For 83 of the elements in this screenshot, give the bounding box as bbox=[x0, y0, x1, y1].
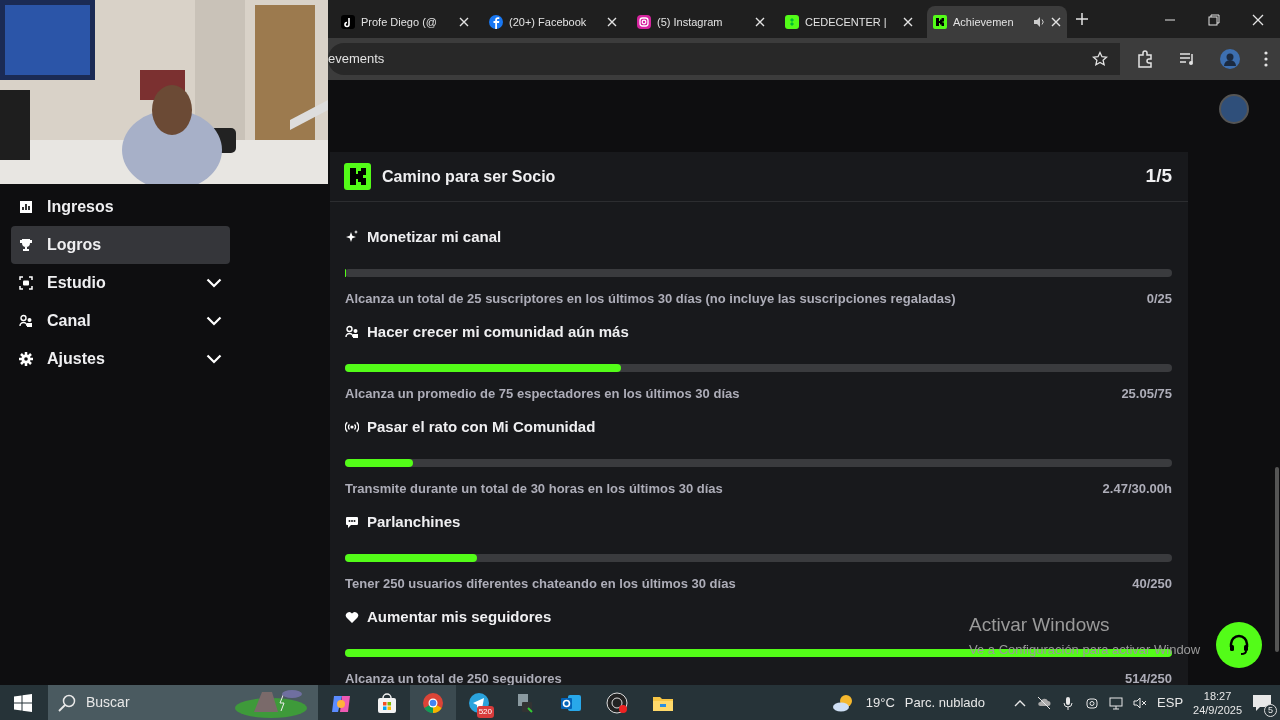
chrome-icon[interactable] bbox=[422, 691, 444, 714]
browser-tab[interactable]: Achievemen bbox=[927, 6, 1067, 38]
goal-description: Alcanza un total de 25 suscriptores en los últimos 30 días (no incluye las suscripciones regaladas) bbox=[345, 289, 956, 308]
sidebar-item[interactable]: Ingresos bbox=[11, 188, 230, 226]
music-note-icon bbox=[341, 15, 355, 29]
screen-icon bbox=[19, 276, 33, 290]
trophy-icon bbox=[19, 238, 33, 252]
user-avatar[interactable] bbox=[1219, 94, 1249, 124]
avatar-icon[interactable] bbox=[1220, 49, 1240, 69]
settings-icon bbox=[19, 352, 33, 366]
puzzle-icon[interactable] bbox=[1136, 50, 1154, 68]
goal-title: Monetizar mi canal bbox=[367, 227, 502, 247]
notification-count: 5 bbox=[1264, 704, 1277, 718]
heart-icon bbox=[345, 610, 359, 625]
goal-description: Transmite durante un total de 30 horas en los últimos 30 días bbox=[345, 479, 723, 498]
chevron-down-icon[interactable] bbox=[206, 354, 222, 364]
address-field[interactable]: evements bbox=[328, 43, 1120, 75]
goal-title: Pasar el rato con Mi Comunidad bbox=[367, 417, 596, 437]
camera-icon bbox=[637, 15, 651, 29]
goal-reading: 514/250 bbox=[1125, 669, 1172, 685]
goal-reading: 2.47/30.00h bbox=[1102, 479, 1172, 498]
card-title: Camino para ser Socio bbox=[382, 166, 557, 187]
clock-time: 18:27 bbox=[1202, 688, 1233, 703]
goal-description: Tener 250 usuarios diferentes chateando en los últimos 30 días bbox=[345, 574, 736, 593]
close-icon[interactable] bbox=[1051, 17, 1061, 27]
clock-date: 24/9/2025 bbox=[1193, 702, 1242, 717]
temperature: 19°C bbox=[865, 693, 895, 712]
browser-tab[interactable]: (5) Instagram bbox=[631, 6, 771, 38]
menu-icon[interactable] bbox=[1264, 51, 1268, 67]
users-icon bbox=[19, 314, 33, 328]
close-icon[interactable] bbox=[903, 17, 913, 27]
restore-icon[interactable] bbox=[1208, 13, 1220, 26]
broadcast-icon bbox=[345, 420, 359, 435]
browser-tab[interactable]: (20+) Facebook bbox=[483, 6, 623, 38]
facebook-icon bbox=[489, 15, 503, 29]
goal-description: Alcanza un total de 250 seguidores bbox=[345, 669, 562, 685]
sidebar-item[interactable]: Estudio bbox=[11, 264, 230, 302]
cloud-off-icon[interactable] bbox=[1037, 695, 1052, 710]
media-icon[interactable] bbox=[1178, 50, 1196, 68]
chevron-down-icon[interactable] bbox=[206, 278, 222, 288]
browser-tab[interactable]: CEDECENTER | bbox=[779, 6, 919, 38]
goal-title: Parlanchines bbox=[367, 512, 461, 532]
plus-icon[interactable] bbox=[1075, 12, 1089, 26]
record-app-icon[interactable] bbox=[606, 691, 628, 714]
close-icon[interactable] bbox=[607, 17, 617, 27]
landscape-icon bbox=[234, 687, 308, 718]
chat-icon bbox=[345, 515, 359, 530]
close-icon[interactable] bbox=[755, 17, 765, 27]
progress-count: 1/5 bbox=[1145, 164, 1172, 189]
goal-reading: 25.05/75 bbox=[1121, 384, 1172, 403]
sidebar-item[interactable]: Ajustes bbox=[11, 340, 230, 378]
sidebar-item[interactable]: Logros bbox=[11, 226, 230, 264]
goal-title: Hacer crecer mi comunidad aún más bbox=[367, 322, 629, 342]
store-icon[interactable] bbox=[376, 691, 398, 714]
support-button[interactable] bbox=[1216, 622, 1262, 668]
activation-title: Activar Windows bbox=[969, 613, 1111, 637]
users-icon bbox=[345, 325, 359, 340]
close-icon[interactable] bbox=[459, 17, 469, 27]
sidebar-item[interactable]: Canal bbox=[11, 302, 230, 340]
goal-description: Alcanza un promedio de 75 espectadores en los últimos 30 días bbox=[345, 384, 740, 403]
weather-text: Parc. nublado bbox=[904, 693, 986, 712]
notification-icon[interactable] bbox=[1252, 694, 1272, 713]
bar-chart-icon bbox=[19, 200, 33, 214]
mute-icon[interactable] bbox=[1133, 695, 1148, 710]
search-icon bbox=[58, 693, 76, 712]
taskbar-search[interactable]: Buscar bbox=[48, 685, 318, 720]
goal-reading: 0/25 bbox=[1146, 289, 1172, 308]
windows-start-icon[interactable] bbox=[14, 693, 32, 712]
count-badge: 520 bbox=[476, 706, 494, 718]
microphone-icon[interactable] bbox=[1061, 695, 1076, 710]
goal-reading: 40/250 bbox=[1132, 574, 1172, 593]
chevron-down-icon[interactable] bbox=[206, 316, 222, 326]
language-indicator[interactable]: ESP bbox=[1157, 692, 1184, 713]
webcam-icon[interactable] bbox=[1085, 695, 1100, 710]
headset-icon bbox=[1227, 633, 1251, 657]
network-icon[interactable] bbox=[1109, 695, 1124, 710]
goal-title: Aumentar mis seguidores bbox=[367, 607, 552, 627]
star-icon[interactable] bbox=[1092, 51, 1108, 67]
close-icon[interactable] bbox=[1252, 13, 1264, 26]
k-logo-icon bbox=[933, 15, 947, 29]
scrollbar[interactable] bbox=[1275, 467, 1279, 652]
browser-tab[interactable]: Profe Diego (@ bbox=[335, 6, 475, 38]
k-logo-icon bbox=[344, 163, 371, 190]
